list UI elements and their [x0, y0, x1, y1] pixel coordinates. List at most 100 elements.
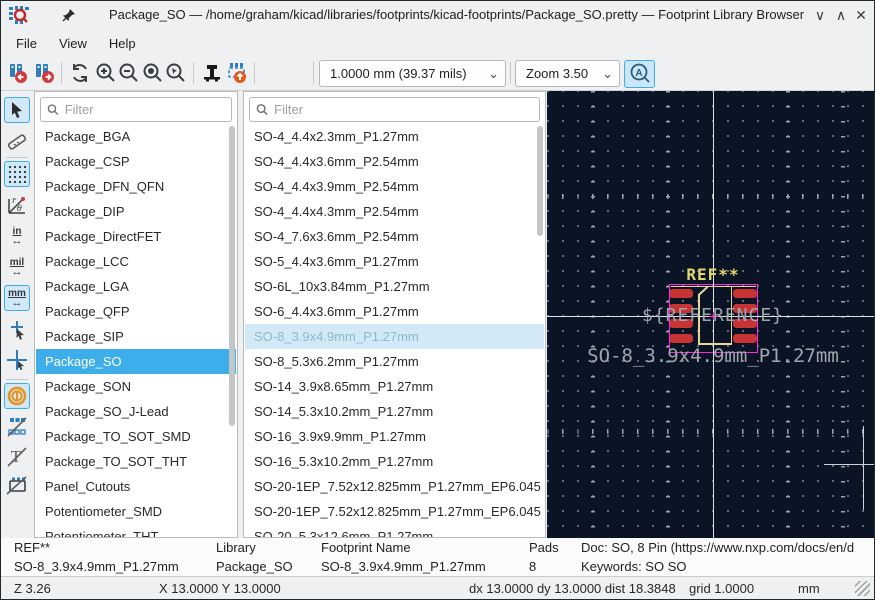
info-pads-value: 8	[529, 559, 537, 574]
auto-zoom-letter: A	[635, 68, 642, 79]
sketch-pads-toggle[interactable]	[4, 414, 30, 440]
sketch-text-toggle[interactable]: T	[4, 444, 30, 470]
polar-theta-label: θ	[17, 204, 22, 213]
zoom-out-button[interactable]	[116, 60, 142, 86]
zoom-level-combo[interactable]: Zoom 3.50 ⌄	[515, 60, 620, 87]
measure-tool-button[interactable]	[4, 128, 30, 154]
close-button[interactable]: ✕	[851, 5, 871, 25]
footprint-list-item[interactable]: SO-4_4.4x3.6mm_P2.54mm	[245, 149, 544, 174]
cursor-shape-toggle[interactable]	[4, 317, 30, 343]
high-contrast-mode-toggle[interactable]	[4, 383, 30, 409]
library-list-item[interactable]: Package_DirectFET	[36, 224, 236, 249]
library-list-item[interactable]: Package_TO_SOT_THT	[36, 449, 236, 474]
window-title: Package_SO — /home/graham/kicad/librarie…	[109, 7, 805, 22]
library-list-item[interactable]: Package_SO_J-Lead	[36, 399, 236, 424]
info-footprint-name-label: Footprint Name	[321, 540, 411, 555]
footprint-list-item[interactable]: SO-4_4.4x2.3mm_P1.27mm	[245, 124, 544, 149]
library-list-item[interactable]: Panel_Cutouts	[36, 474, 236, 499]
left-right-arrow-icon: ↔	[11, 296, 23, 309]
app-icon	[9, 6, 29, 24]
library-filter-input[interactable]	[64, 102, 225, 117]
status-delta: dx 13.0000 dy 13.0000 dist 18.3848	[469, 581, 676, 596]
polar-coordinates-toggle[interactable]: r θ	[4, 192, 30, 218]
menu-view[interactable]: View	[48, 32, 98, 55]
units-mm-button[interactable]: mm ↔	[4, 285, 30, 311]
units-mils-button[interactable]: mil ↔	[4, 254, 30, 280]
minimize-button[interactable]: ∨	[810, 5, 830, 25]
library-list-item[interactable]: Package_SO	[36, 349, 236, 374]
chevron-down-icon: ⌄	[488, 65, 499, 81]
footprint-scrollbar[interactable]	[537, 126, 543, 236]
full-window-crosshair-toggle[interactable]	[4, 347, 30, 373]
library-list-item[interactable]: Package_QFP	[36, 299, 236, 324]
library-list[interactable]: Package_BGA Package_CSP Package_DFN_QFN Pac…	[36, 124, 236, 537]
footprint-list-item[interactable]: SO-20-1EP_7.52x12.825mm_P1.27mm_EP6.045	[245, 474, 544, 499]
left-right-arrow-icon: ↔	[11, 234, 23, 247]
library-scrollbar[interactable]	[229, 126, 235, 426]
footprint-list-item[interactable]: SO-5_4.4x3.6mm_P1.27mm	[245, 249, 544, 274]
footprint-list-item[interactable]: SO-8_3.9x4.9mm_P1.27mm	[245, 324, 544, 349]
units-inches-button[interactable]: in ↔	[4, 223, 30, 249]
sketch-graphics-toggle[interactable]	[4, 472, 30, 498]
footprint-filter-input[interactable]	[274, 102, 533, 117]
status-units: mm	[798, 581, 820, 596]
library-filter-box[interactable]	[40, 97, 232, 122]
footprint-library-browser-window: Package_SO — /home/graham/kicad/librarie…	[0, 0, 875, 600]
footprint-list-item[interactable]: SO-4_4.4x4.3mm_P2.54mm	[245, 199, 544, 224]
footprint-list-item[interactable]: SO-14_5.3x10.2mm_P1.27mm	[245, 399, 544, 424]
menu-help[interactable]: Help	[98, 32, 147, 55]
library-list-item[interactable]: Package_DFN_QFN	[36, 174, 236, 199]
footprint-list-item[interactable]: SO-16_3.9x9.9mm_P1.27mm	[245, 424, 544, 449]
footprint-list-item[interactable]: SO-4_4.4x3.9mm_P2.54mm	[245, 174, 544, 199]
titlebar[interactable]: Package_SO — /home/graham/kicad/librarie…	[1, 1, 874, 29]
previous-library-button[interactable]	[5, 60, 31, 86]
info-reference-label: REF**	[14, 540, 51, 555]
footprint-list-item[interactable]: SO-20_5.3x12.6mm_P1.27mm	[245, 524, 544, 537]
library-list-item[interactable]: Package_CSP	[36, 149, 236, 174]
footprint-info-bar: REF** SO-8_3.9x4.9mm_P1.27mm Library Pac…	[1, 538, 874, 576]
menu-file[interactable]: File	[5, 32, 48, 55]
library-list-item[interactable]: Package_SIP	[36, 324, 236, 349]
status-grid: grid 1.0000	[689, 581, 755, 596]
library-list-item[interactable]: Potentiometer_SMD	[36, 499, 236, 524]
footprint-filter-box[interactable]	[249, 97, 540, 122]
pin-icon[interactable]	[62, 8, 76, 22]
info-pads-label: Pads	[529, 540, 559, 555]
library-list-item[interactable]: Package_LGA	[36, 274, 236, 299]
library-list-item[interactable]: Package_DIP	[36, 199, 236, 224]
reference-designator-text: REF**	[686, 265, 740, 284]
library-list-item[interactable]: Package_SON	[36, 374, 236, 399]
footprint-list-item[interactable]: SO-4_7.6x3.6mm_P2.54mm	[245, 224, 544, 249]
menubar: File View Help	[1, 29, 874, 57]
high-contrast-bar	[16, 391, 18, 401]
maximize-button[interactable]: ∧	[831, 5, 851, 25]
automatic-zoom-toggle[interactable]: A	[624, 60, 655, 88]
footprint-list-item[interactable]: SO-8_5.3x6.2mm_P1.27mm	[245, 349, 544, 374]
footprint-list-item[interactable]: SO-6L_10x3.84mm_P1.27mm	[245, 274, 544, 299]
footprint-list-item[interactable]: SO-20-1EP_7.52x12.825mm_P1.27mm_EP6.045	[245, 499, 544, 524]
refresh-view-button[interactable]	[67, 60, 93, 86]
zoom-to-selection-button[interactable]	[163, 60, 189, 86]
library-list-item[interactable]: Package_BGA	[36, 124, 236, 149]
library-list-item[interactable]: Package_TO_SOT_SMD	[36, 424, 236, 449]
insert-footprint-into-board-button[interactable]	[224, 60, 250, 86]
footprint-list-item[interactable]: SO-6_4.4x3.6mm_P1.27mm	[245, 299, 544, 324]
footprint-list-item[interactable]: SO-14_3.9x8.65mm_P1.27mm	[245, 374, 544, 399]
show-pad-icon-button[interactable]	[199, 60, 225, 86]
library-list-item[interactable]: Potentiometer_THT	[36, 524, 236, 537]
resize-grip[interactable]	[855, 581, 870, 596]
cursor-crosshair-horizontal	[824, 463, 874, 465]
select-tool-button[interactable]	[4, 97, 30, 123]
grid-size-combo[interactable]: 1.0000 mm (39.37 mils) ⌄	[319, 60, 506, 87]
next-library-button[interactable]	[32, 60, 58, 86]
footprint-list-item[interactable]: SO-16_5.3x10.2mm_P1.27mm	[245, 449, 544, 474]
footprint-preview-canvas[interactable]: REF** ${REFERENCE} SO-8_3.9x4.9mm_P1.27m…	[547, 91, 874, 538]
grid-visibility-toggle[interactable]	[4, 161, 30, 187]
chevron-down-icon: ⌄	[602, 65, 613, 81]
info-doc: Doc: SO, 8 Pin (https://www.nxp.com/docs…	[581, 540, 855, 555]
status-cursor-position: X 13.0000 Y 13.0000	[159, 581, 281, 596]
library-list-item[interactable]: Package_LCC	[36, 249, 236, 274]
search-icon	[47, 104, 59, 115]
info-reference-value: SO-8_3.9x4.9mm_P1.27mm	[14, 559, 179, 574]
footprint-list[interactable]: SO-4_4.4x2.3mm_P1.27mm SO-4_4.4x3.6mm_P2.…	[245, 124, 544, 537]
